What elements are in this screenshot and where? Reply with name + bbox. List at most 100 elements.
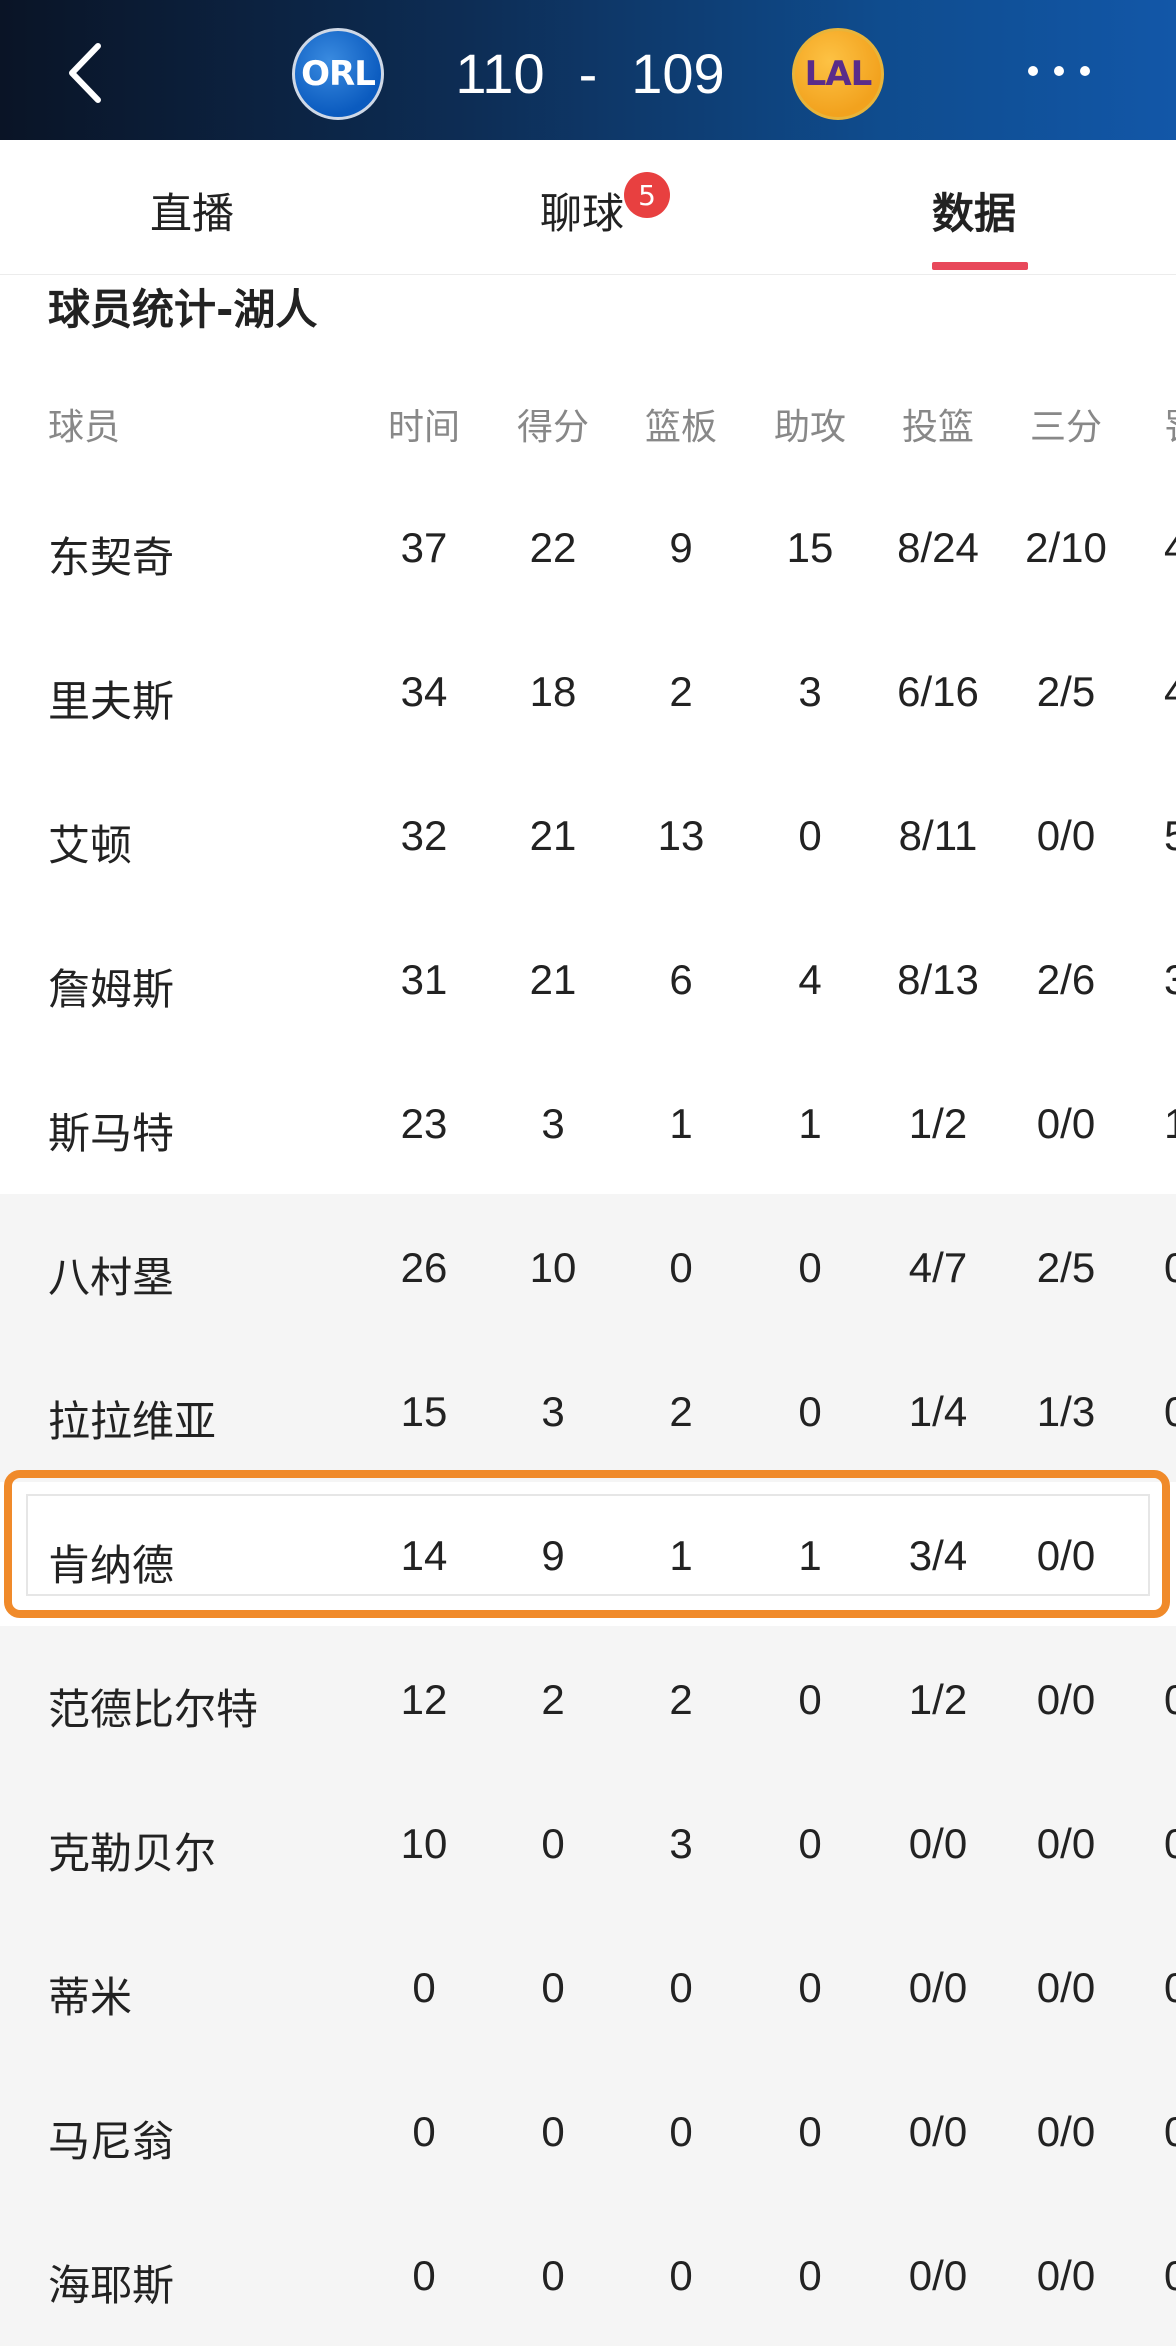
stat-3p: 2/6 — [1036, 956, 1096, 1003]
stat-ft: 3 — [1164, 956, 1176, 1003]
player-name: 蒂米 — [48, 1973, 133, 2022]
player-name: 艾顿 — [48, 821, 133, 870]
stat-fg: 1/2 — [908, 1676, 968, 1723]
col-header-3p: 三分 — [1029, 406, 1102, 447]
stat-3p: 0/0 — [1036, 1964, 1096, 2011]
stat-reb: 0 — [669, 1244, 693, 1291]
stat-min: 15 — [400, 1388, 448, 1435]
stat-fg: 1/2 — [908, 1100, 968, 1147]
stat-reb: 13 — [657, 812, 705, 859]
stat-pts: 2 — [541, 1676, 565, 1723]
stat-3p: 2/5 — [1036, 1244, 1096, 1291]
stat-ast: 0 — [798, 1820, 822, 1867]
stat-ft: 0 — [1164, 2252, 1176, 2299]
col-header-reb: 篮板 — [644, 406, 717, 447]
stat-min: 37 — [400, 524, 448, 571]
stat-reb: 6 — [669, 956, 693, 1003]
table-row[interactable]: 海耶斯 0 0 0 0 0/0 0/0 0 — [0, 2202, 1176, 2346]
col-header-ft: 罚 — [1164, 398, 1176, 450]
stat-fg: 1/4 — [908, 1388, 968, 1435]
stat-3p: 0/0 — [1036, 2252, 1096, 2299]
stat-reb: 0 — [669, 2108, 693, 2155]
stat-ft: 4 — [1164, 668, 1176, 715]
stat-3p: 1/3 — [1036, 1388, 1096, 1435]
stat-3p: 0/0 — [1036, 2108, 1096, 2155]
col-header-pts: 得分 — [516, 406, 589, 447]
table-row[interactable]: 詹姆斯 31 21 6 4 8/13 2/6 3 — [0, 906, 1176, 1050]
col-header-min: 时间 — [387, 406, 460, 447]
stat-fg: 8/11 — [898, 812, 978, 859]
stat-ast: 1 — [798, 1532, 822, 1579]
stat-pts: 22 — [529, 524, 577, 571]
stat-reb: 2 — [669, 1676, 693, 1723]
section-title: 球员统计-湖人 — [48, 285, 318, 334]
tab-stats[interactable]: 数据 — [932, 180, 1016, 241]
table-row[interactable]: 蒂米 0 0 0 0 0/0 0/0 0 — [0, 1914, 1176, 2058]
stat-min: 0 — [412, 2252, 436, 2299]
table-row[interactable]: 肯纳德 14 9 1 1 3/4 0/0 — [0, 1482, 1176, 1626]
stat-ast: 4 — [798, 956, 822, 1003]
player-name: 东契奇 — [48, 533, 175, 582]
table-row[interactable]: 八村塁 26 10 0 0 4/7 2/5 0 — [0, 1194, 1176, 1338]
player-name: 里夫斯 — [48, 677, 175, 726]
player-name: 范德比尔特 — [48, 1685, 259, 1734]
stat-ast: 0 — [798, 1676, 822, 1723]
tab-live[interactable]: 直播 — [150, 180, 234, 241]
col-header-ast: 助攻 — [773, 406, 846, 447]
stat-3p: 2/10 — [1025, 524, 1107, 571]
col-header-fg: 投篮 — [901, 406, 974, 447]
stat-pts: 0 — [541, 1820, 565, 1867]
stat-fg: 4/7 — [908, 1244, 968, 1291]
player-name: 肯纳德 — [48, 1541, 175, 1590]
stat-min: 12 — [400, 1676, 448, 1723]
stat-reb: 3 — [669, 1820, 693, 1867]
stat-reb: 9 — [669, 524, 693, 571]
table-row[interactable]: 里夫斯 34 18 2 3 6/16 2/5 4 — [0, 618, 1176, 762]
stat-pts: 21 — [529, 812, 577, 859]
stat-ast: 3 — [798, 668, 822, 715]
stat-ft: 0 — [1164, 1964, 1176, 2011]
stat-fg: 6/16 — [897, 668, 979, 715]
stat-min: 23 — [400, 1100, 448, 1147]
table-row[interactable]: 艾顿 32 21 13 0 8/11 0/0 5 — [0, 762, 1176, 906]
stat-min: 0 — [412, 1964, 436, 2011]
player-name: 拉拉维亚 — [48, 1397, 217, 1446]
tab-bar: 直播 聊球 数据 — [0, 140, 1176, 275]
stat-min: 34 — [400, 668, 448, 715]
stat-pts: 0 — [541, 2108, 565, 2155]
player-name: 克勒贝尔 — [48, 1829, 217, 1878]
table-row[interactable]: 东契奇 37 22 9 15 8/24 2/10 4 — [0, 474, 1176, 618]
stat-ft: 0 — [1164, 1676, 1176, 1723]
back-icon[interactable] — [58, 38, 118, 108]
stat-ft: 5 — [1164, 812, 1176, 859]
stat-reb: 2 — [669, 1388, 693, 1435]
table-header: 球员 时间 得分 篮板 助攻 投篮 三分 罚 — [0, 398, 1176, 458]
stat-pts: 3 — [541, 1388, 565, 1435]
stat-fg: 0/0 — [908, 2252, 968, 2299]
table-row[interactable]: 克勒贝尔 10 0 3 0 0/0 0/0 0 — [0, 1770, 1176, 1914]
col-header-player: 球员 — [48, 407, 121, 448]
table-row[interactable]: 斯马特 23 3 1 1 1/2 0/0 1 — [0, 1050, 1176, 1194]
stat-fg: 0/0 — [908, 1964, 968, 2011]
player-name: 詹姆斯 — [48, 965, 175, 1014]
team-logo-home[interactable]: ORL — [292, 28, 384, 120]
stat-ft: 0 — [1164, 1820, 1176, 1867]
active-tab-indicator — [932, 262, 1028, 270]
stat-fg: 8/24 — [897, 524, 979, 571]
stat-ast: 0 — [798, 1388, 822, 1435]
tab-chat[interactable]: 聊球 — [540, 180, 624, 241]
stat-reb: 0 — [669, 1964, 693, 2011]
stat-fg: 0/0 — [908, 1820, 968, 1867]
table-row[interactable]: 拉拉维亚 15 3 2 0 1/4 1/3 0 — [0, 1338, 1176, 1482]
table-row[interactable]: 范德比尔特 12 2 2 0 1/2 0/0 0 — [0, 1626, 1176, 1770]
away-score: 109 — [631, 41, 725, 105]
more-options-icon[interactable] — [1028, 56, 1128, 86]
stat-3p: 2/5 — [1036, 668, 1096, 715]
stat-ast: 0 — [798, 1964, 822, 2011]
away-abbr: LAL — [804, 54, 873, 94]
stat-3p: 0/0 — [1036, 1676, 1096, 1723]
stat-min: 26 — [400, 1244, 448, 1291]
team-logo-away[interactable]: LAL — [792, 28, 884, 120]
table-row[interactable]: 马尼翁 0 0 0 0 0/0 0/0 0 — [0, 2058, 1176, 2202]
stat-ast: 1 — [798, 1100, 822, 1147]
